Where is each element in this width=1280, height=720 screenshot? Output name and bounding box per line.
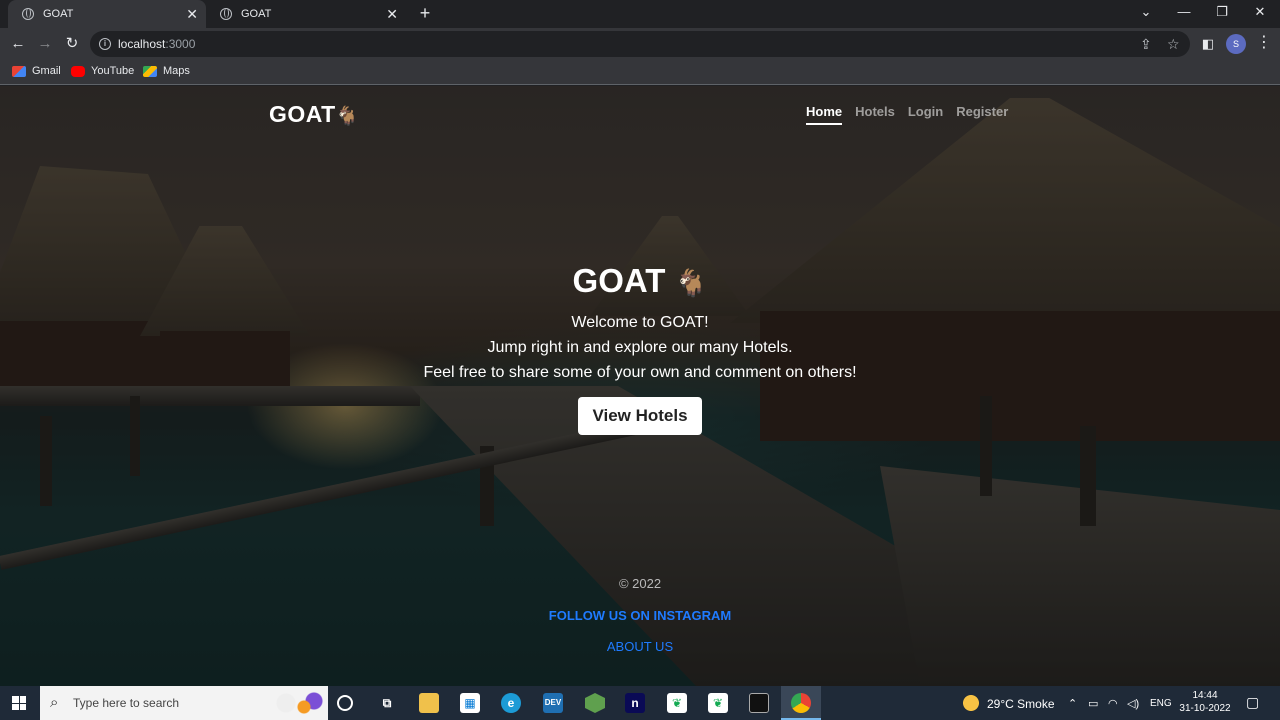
windows-start-icon[interactable] [12, 696, 26, 710]
nav-link-hotels[interactable]: Hotels [855, 104, 895, 125]
volume-icon[interactable]: ◁) [1127, 697, 1139, 710]
clock-time: 14:44 [1192, 690, 1218, 701]
windows-taskbar: ⌕ Type here to search ⧉ ▦ e DEV n ❦ ❦ 29… [0, 686, 1280, 720]
show-hidden-icons-chevron-icon[interactable]: ⌃ [1068, 697, 1077, 710]
hero-explore-text: Jump right in and explore our many Hotel… [487, 339, 793, 356]
bookmark-label: Maps [163, 65, 190, 77]
search-icon: ⌕ [50, 694, 59, 711]
cortana-icon[interactable] [337, 695, 353, 711]
notion-icon[interactable]: n [625, 693, 645, 713]
battery-icon[interactable]: ▭ [1088, 697, 1098, 710]
reload-icon[interactable]: ↻ [62, 34, 82, 54]
tab-search-chevron-icon[interactable]: ⌄ [1136, 4, 1156, 20]
mongodb-shell-icon[interactable]: ❦ [708, 693, 728, 713]
task-view-icon[interactable]: ⧉ [377, 693, 397, 713]
tab-title: GOAT [241, 8, 272, 20]
maps-icon [143, 65, 157, 77]
site-info-icon[interactable]: i [99, 38, 111, 50]
nav-link-home[interactable]: Home [806, 104, 843, 125]
weather-sun-icon [961, 693, 981, 713]
dev-home-icon[interactable]: DEV [543, 693, 563, 713]
bookmark-label: Gmail [32, 65, 61, 77]
clock-date: 31-10-2022 [1179, 703, 1231, 714]
profile-avatar[interactable]: S [1226, 34, 1246, 54]
browser-toolbar: ← → ↻ i localhost:3000 ⇪ ☆ ◧ S ⋮ [0, 28, 1280, 60]
edge-browser-icon[interactable]: e [501, 693, 521, 713]
site-footer: © 2022 FOLLOW US ON INSTAGRAM ABOUT US [0, 576, 1280, 654]
about-us-link[interactable]: ABOUT US [0, 639, 1280, 654]
hero-title: GOAT 🐐 [572, 262, 708, 299]
halloween-search-highlight-icon [266, 689, 326, 717]
address-bar[interactable]: i localhost:3000 ⇪ ☆ [90, 31, 1190, 57]
globe-icon [22, 8, 34, 20]
nodejs-icon[interactable] [585, 693, 605, 713]
wifi-icon[interactable]: ◠ [1108, 697, 1118, 710]
microsoft-store-icon[interactable]: ▦ [460, 693, 480, 713]
copyright-text: © 2022 [618, 576, 662, 591]
close-tab-icon[interactable]: ✕ [386, 6, 398, 22]
hero-section: GOAT 🐐 Welcome to GOAT! Jump right in an… [0, 262, 1280, 435]
hero-share-text: Feel free to share some of your own and … [423, 364, 857, 381]
taskbar-search-box[interactable]: ⌕ Type here to search [40, 686, 328, 720]
bookmark-maps[interactable]: Maps [143, 65, 190, 77]
new-tab-button[interactable]: + [416, 3, 434, 23]
mongodb-compass-icon[interactable]: ❦ [667, 693, 687, 713]
back-arrow-icon[interactable]: ← [8, 34, 28, 54]
close-tab-icon[interactable]: ✕ [186, 6, 198, 22]
goat-emoji-icon: 🐐 [335, 105, 360, 126]
gmail-icon [12, 65, 26, 77]
view-hotels-button[interactable]: View Hotels [578, 397, 702, 435]
address-url[interactable]: localhost:3000 [118, 37, 195, 51]
browser-tab-strip: GOAT ✕ GOAT ✕ + ⌄ — ❐ ✕ [0, 0, 1280, 28]
system-clock[interactable]: 14:44 31-10-2022 [1178, 689, 1232, 715]
site-brand-logo[interactable]: GOAT🐐 [269, 101, 359, 128]
goat-emoji-icon: 🐐 [674, 268, 708, 298]
minimize-button[interactable]: — [1174, 4, 1194, 19]
globe-icon [220, 8, 232, 20]
bookmark-star-icon[interactable]: ☆ [1167, 36, 1180, 52]
bookmarks-bar: Gmail YouTube Maps [0, 60, 1280, 85]
browser-tab-active[interactable]: GOAT ✕ [8, 0, 206, 28]
instagram-link[interactable]: FOLLOW US ON INSTAGRAM [0, 608, 1280, 623]
terminal-icon[interactable] [749, 693, 769, 713]
site-nav: Home Hotels Login Register [806, 104, 1008, 125]
tab-title: GOAT [43, 8, 74, 20]
nav-link-login[interactable]: Login [908, 104, 943, 125]
youtube-icon [71, 65, 85, 77]
share-icon[interactable]: ⇪ [1140, 36, 1152, 52]
chrome-taskbar-active[interactable] [781, 686, 821, 720]
page-viewport: GOAT🐐 Home Hotels Login Register GOAT 🐐 … [0, 86, 1280, 686]
language-indicator[interactable]: ENG [1150, 698, 1172, 709]
notifications-icon[interactable]: ▢ [1246, 694, 1259, 711]
forward-arrow-icon[interactable]: → [35, 34, 55, 54]
maximize-button[interactable]: ❐ [1212, 4, 1232, 20]
bookmark-youtube[interactable]: YouTube [71, 65, 134, 77]
browser-tab[interactable]: GOAT ✕ [206, 0, 406, 28]
chrome-icon [791, 693, 811, 713]
weather-text[interactable]: 29°C Smoke [987, 697, 1055, 711]
side-panel-icon[interactable]: ◧ [1198, 34, 1218, 54]
nav-link-register[interactable]: Register [956, 104, 1008, 125]
hero-welcome-text: Welcome to GOAT! [571, 314, 709, 331]
close-window-button[interactable]: ✕ [1250, 4, 1270, 20]
more-menu-icon[interactable]: ⋮ [1256, 33, 1272, 53]
bookmark-label: YouTube [91, 65, 135, 77]
bookmark-gmail[interactable]: Gmail [12, 65, 61, 77]
search-placeholder: Type here to search [73, 696, 180, 710]
file-explorer-icon[interactable] [419, 693, 439, 713]
